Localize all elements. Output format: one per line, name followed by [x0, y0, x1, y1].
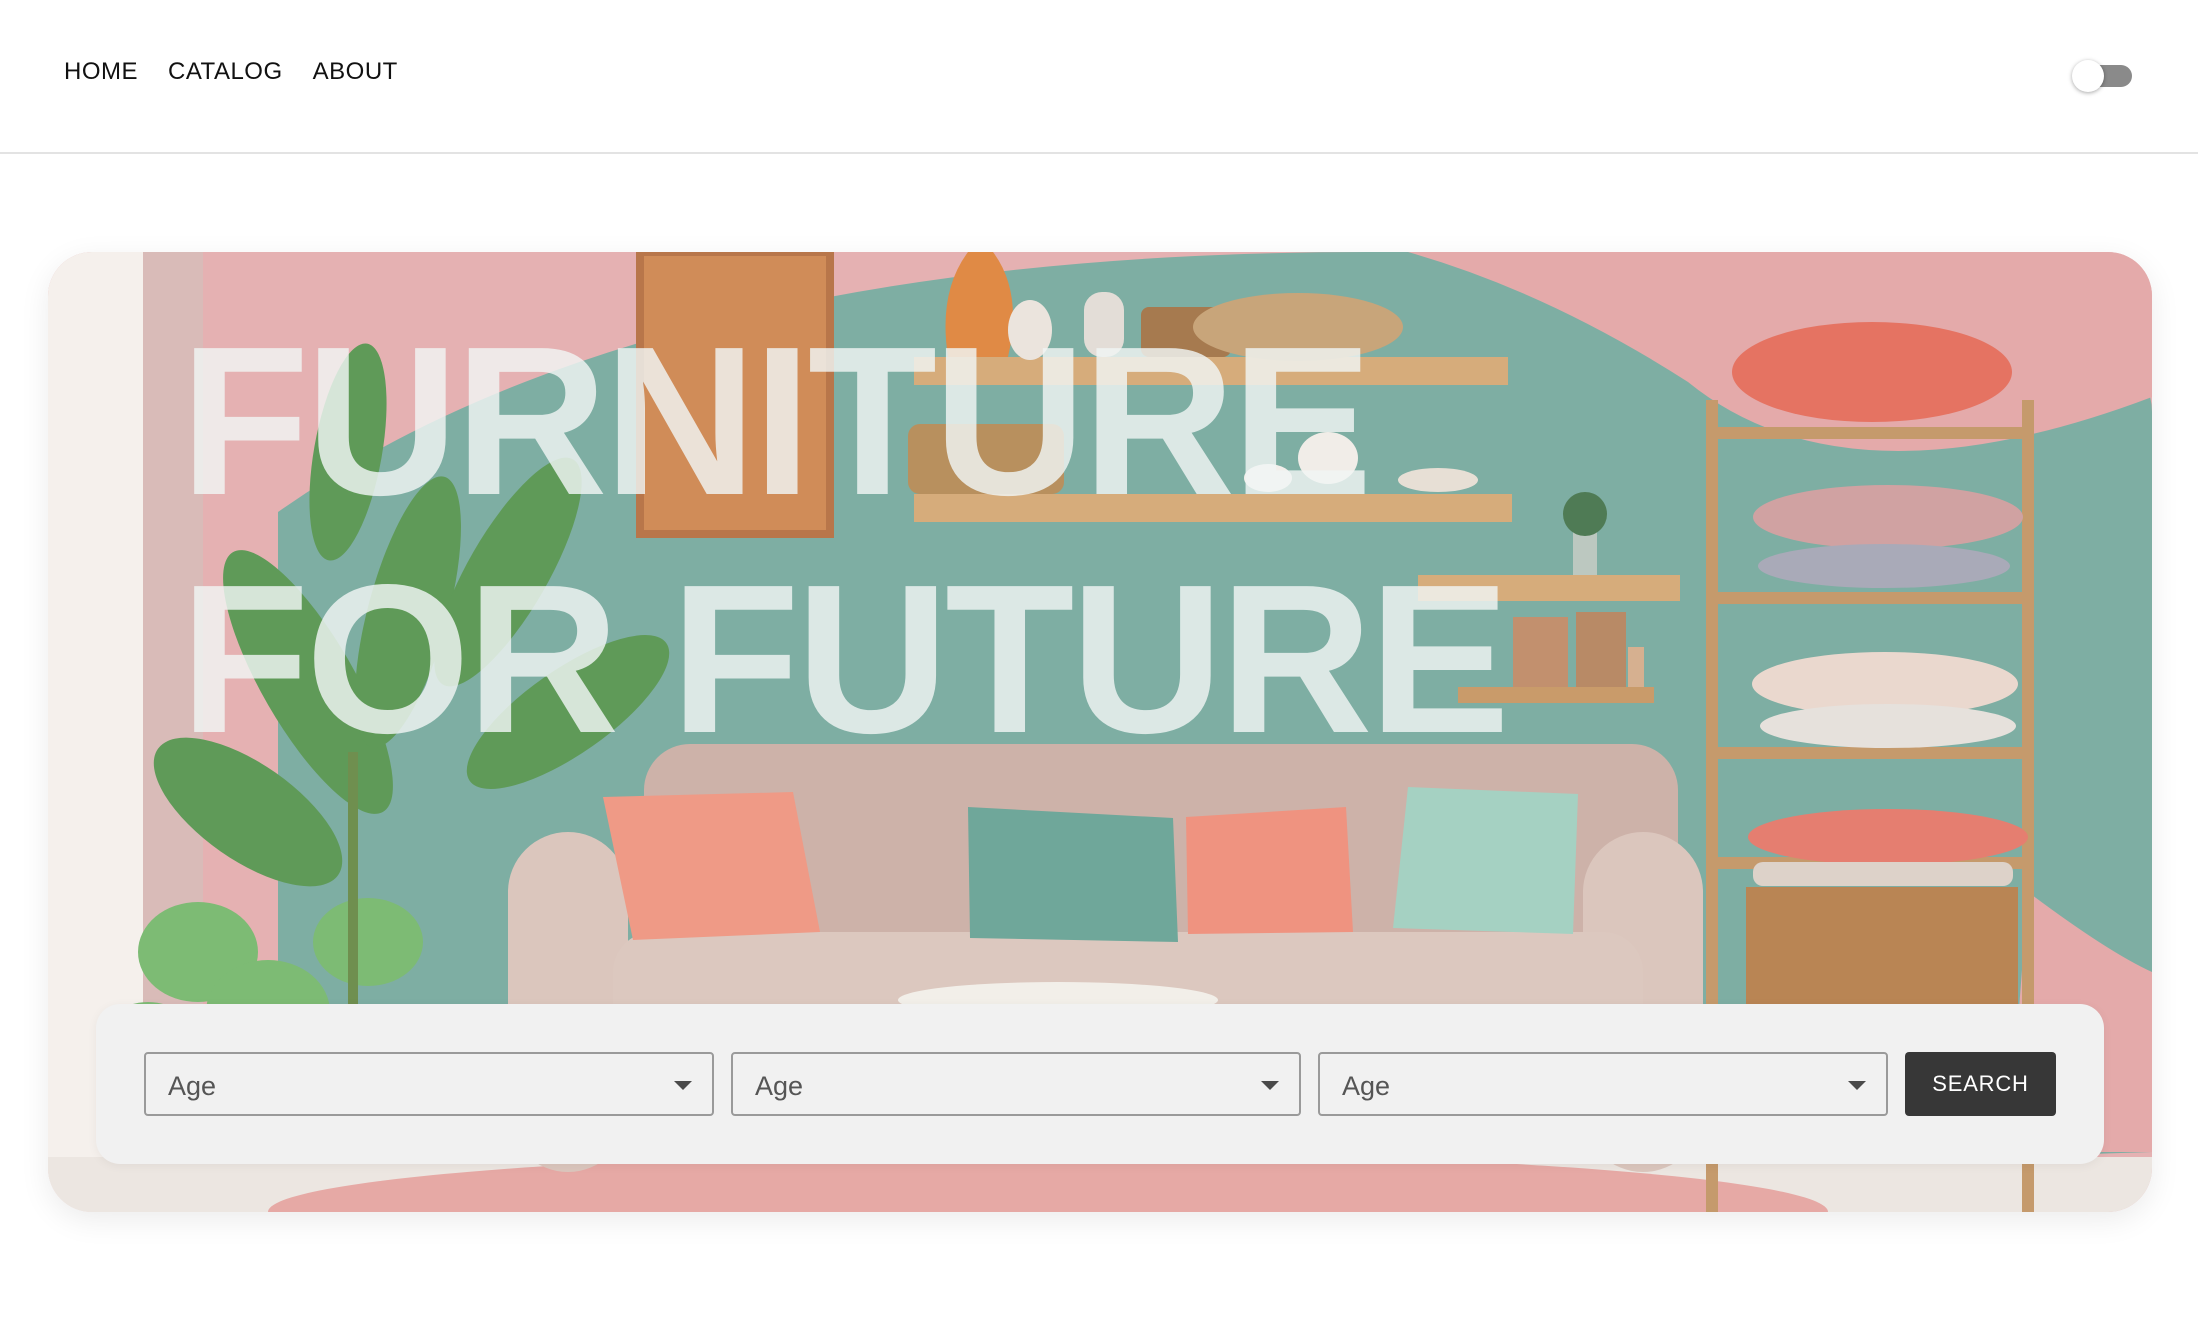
filter-select-2-value: Age	[755, 1071, 804, 1101]
search-filter-panel: Age Age Age SEARCH	[96, 1004, 2104, 1164]
dropdown-arrow-icon	[1261, 1081, 1279, 1090]
top-navigation-bar: HOME CATALOG ABOUT	[0, 0, 2198, 154]
hero-headline-line-1: FURNITURE	[180, 302, 1373, 539]
filter-select-1[interactable]: Age	[144, 1052, 714, 1116]
search-button[interactable]: SEARCH	[1905, 1052, 2056, 1116]
theme-toggle[interactable]	[2072, 60, 2134, 92]
filter-select-3-value: Age	[1342, 1071, 1391, 1101]
hero-headline: FURNITURE FOR FUTURE	[180, 302, 1510, 778]
main-nav: HOME CATALOG ABOUT	[64, 58, 398, 86]
filter-select-2[interactable]: Age	[731, 1052, 1301, 1116]
dropdown-arrow-icon	[674, 1081, 692, 1090]
nav-link-catalog[interactable]: CATALOG	[168, 58, 283, 86]
filter-select-3[interactable]: Age	[1318, 1052, 1888, 1116]
toggle-knob	[2072, 60, 2104, 92]
hero-headline-line-2: FOR FUTURE	[180, 540, 1510, 777]
nav-link-about[interactable]: ABOUT	[313, 58, 398, 86]
nav-link-home[interactable]: HOME	[64, 58, 138, 86]
dropdown-arrow-icon	[1848, 1081, 1866, 1090]
filter-select-1-value: Age	[168, 1071, 217, 1101]
